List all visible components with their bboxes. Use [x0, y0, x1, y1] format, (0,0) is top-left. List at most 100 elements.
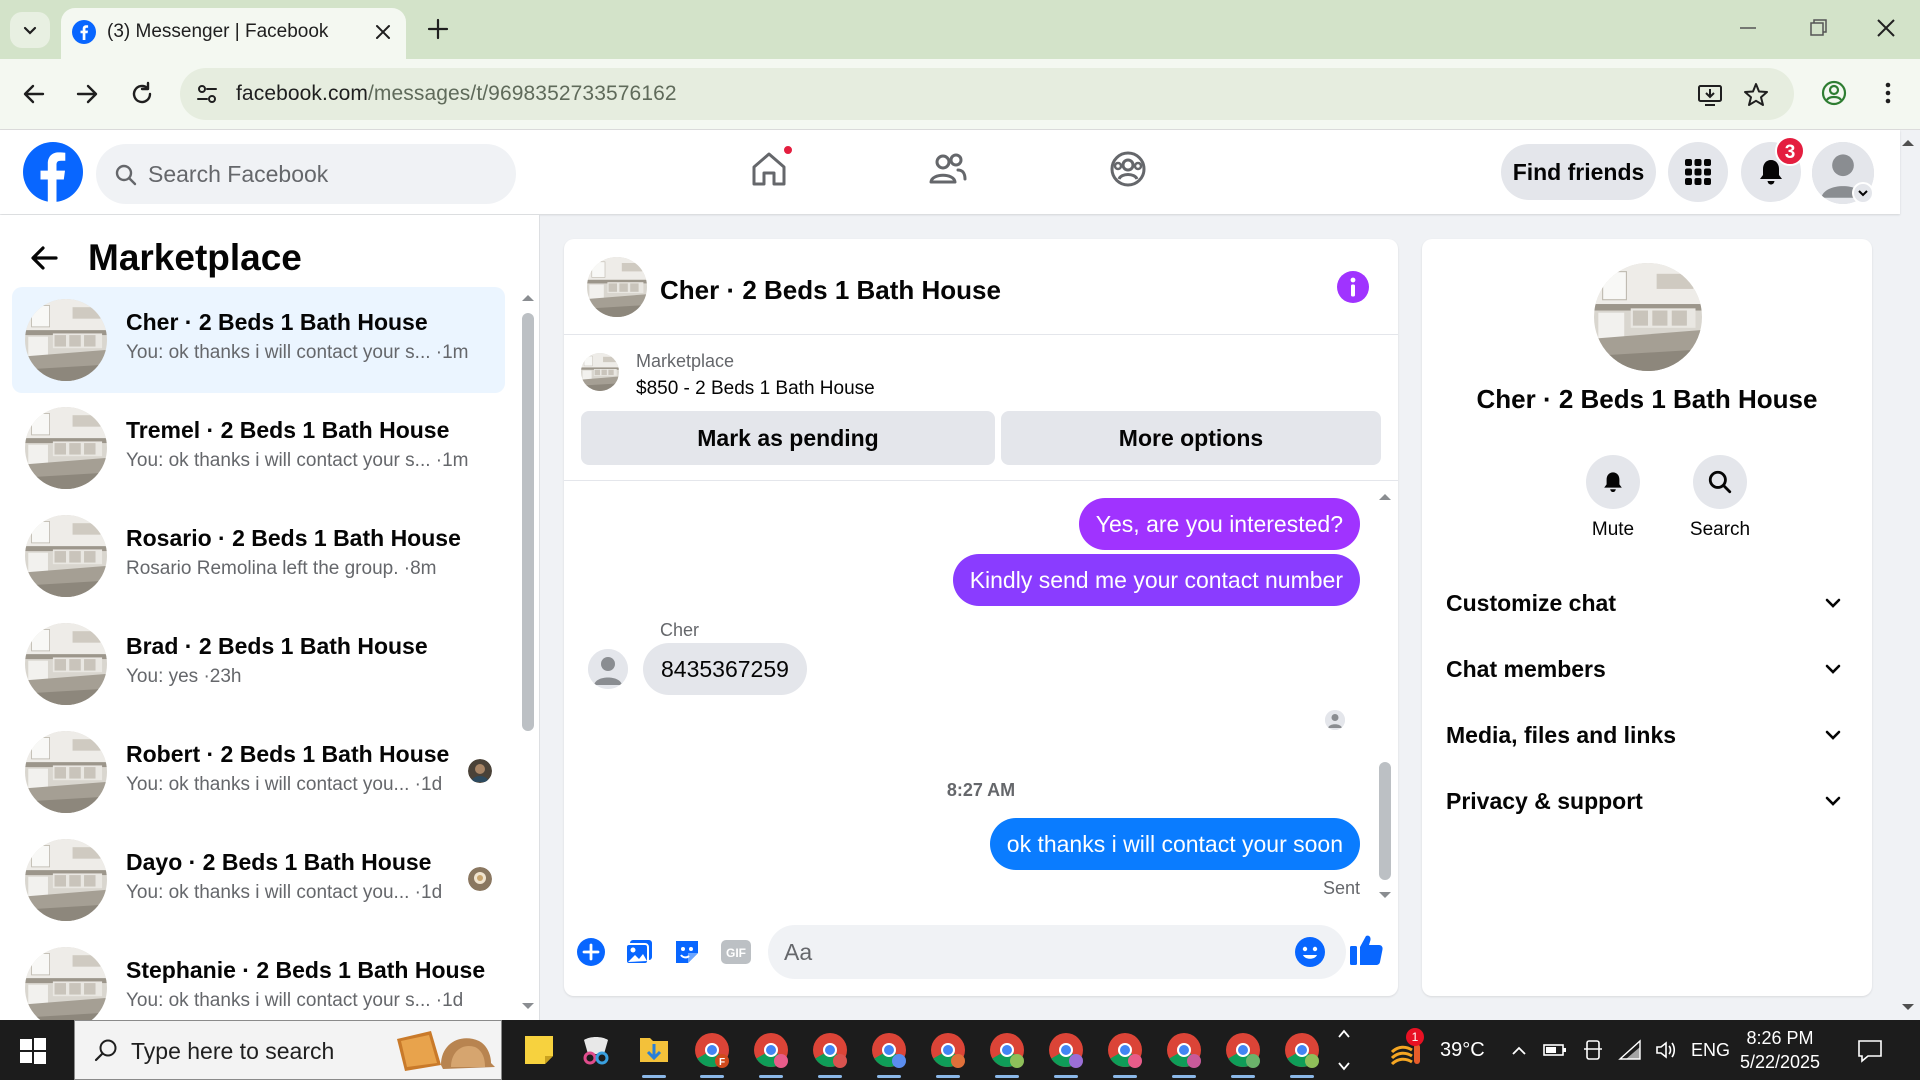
notifications-button[interactable]: 3	[1741, 136, 1805, 202]
emoji-icon[interactable]	[1294, 936, 1326, 968]
nav-home[interactable]	[748, 144, 794, 190]
weather-widget[interactable]: 1 39°C	[1388, 1020, 1485, 1080]
nav-groups[interactable]	[1107, 148, 1149, 190]
photo-icon[interactable]	[624, 937, 654, 967]
show-hidden-icons-chevron-icon[interactable]	[1510, 1042, 1528, 1060]
outgoing-message[interactable]: Kindly send me your contact number	[952, 554, 1360, 606]
sender-avatar[interactable]	[588, 649, 628, 689]
wifi-icon[interactable]	[1618, 1039, 1642, 1061]
input-language[interactable]: ENG	[1691, 1040, 1730, 1061]
taskbar-clock[interactable]: 8:26 PM 5/22/2025	[1730, 1026, 1830, 1074]
chat-item-rosario[interactable]: Rosario · 2 Beds 1 Bath House Rosario Re…	[12, 503, 505, 609]
taskbar-search-input[interactable]	[131, 1035, 381, 1067]
conversation-avatar[interactable]	[587, 257, 647, 317]
tab-search-button[interactable]	[10, 12, 50, 48]
details-avatar[interactable]	[1594, 263, 1702, 371]
taskbar-chrome-profile-11[interactable]	[1282, 1030, 1322, 1078]
address-bar[interactable]: facebook.com/messages/t/9698352733576162	[180, 68, 1794, 120]
volume-icon[interactable]	[1654, 1039, 1678, 1061]
outgoing-message[interactable]: Yes, are you interested?	[1078, 498, 1360, 550]
facebook-logo-icon[interactable]	[23, 142, 83, 202]
more-menu-icon[interactable]	[1874, 79, 1902, 107]
conversation-title[interactable]: Cher · 2 Beds 1 Bath House	[660, 275, 1001, 306]
forward-arrow-icon[interactable]	[73, 80, 101, 108]
facebook-search[interactable]	[96, 144, 516, 204]
install-app-icon[interactable]	[1696, 81, 1724, 109]
account-menu-chevron[interactable]	[1852, 182, 1874, 204]
profile-account-icon[interactable]	[1820, 79, 1848, 107]
facebook-search-input[interactable]	[148, 158, 498, 190]
chat-item-tremel[interactable]: Tremel · 2 Beds 1 Bath House You: ok tha…	[12, 395, 505, 501]
mute-action[interactable]: Mute	[1568, 455, 1658, 541]
chat-item-cher[interactable]: Cher · 2 Beds 1 Bath House You: ok thank…	[12, 287, 505, 393]
new-tab-icon[interactable]	[425, 16, 451, 42]
taskbar-file-explorer[interactable]	[634, 1030, 674, 1078]
page-scroll-up-icon[interactable]	[1900, 136, 1916, 150]
url-text[interactable]: facebook.com/messages/t/9698352733576162	[236, 82, 677, 106]
scroll-down-icon[interactable]	[520, 999, 536, 1013]
scroll-down-icon[interactable]	[1377, 888, 1393, 902]
media-files-links-row[interactable]: Media, files and links	[1446, 714, 1856, 754]
taskbar-chrome-profile-5[interactable]	[928, 1030, 968, 1078]
back-arrow-icon[interactable]	[28, 242, 60, 274]
taskbar-chrome-profile-9[interactable]	[1164, 1030, 1204, 1078]
close-tab-icon[interactable]	[372, 21, 394, 43]
scroll-up-icon[interactable]	[1377, 490, 1393, 504]
page-scroll-down-icon[interactable]	[1900, 1000, 1916, 1014]
mute-button[interactable]	[1586, 455, 1640, 509]
taskbar-scroll-up-icon[interactable]	[1336, 1026, 1352, 1042]
browser-tab-messenger[interactable]: (3) Messenger | Facebook	[61, 8, 406, 59]
taskbar-chrome-profile-2[interactable]	[751, 1030, 791, 1078]
taskbar-chrome-profile-10[interactable]	[1223, 1030, 1263, 1078]
menu-button[interactable]	[1668, 142, 1728, 202]
chat-list-scrollbar[interactable]	[522, 313, 534, 731]
taskbar-chrome-profile-6[interactable]	[987, 1030, 1027, 1078]
outgoing-message[interactable]: ok thanks i will contact your soon	[989, 818, 1360, 870]
message-input-wrapper[interactable]	[768, 925, 1346, 979]
site-settings-icon[interactable]	[194, 81, 220, 107]
message-list-scrollbar[interactable]	[1379, 762, 1391, 880]
minimize-icon[interactable]	[1736, 16, 1760, 40]
taskbar-sticky-notes[interactable]	[519, 1030, 559, 1070]
plus-circle-icon[interactable]	[576, 937, 606, 967]
listing-thumbnail[interactable]	[581, 353, 619, 391]
back-arrow-icon[interactable]	[20, 80, 48, 108]
search-in-conversation-button[interactable]	[1693, 455, 1747, 509]
chat-item-dayo[interactable]: Dayo · 2 Beds 1 Bath House You: ok thank…	[12, 827, 505, 933]
chat-members-row[interactable]: Chat members	[1446, 648, 1856, 688]
reload-icon[interactable]	[128, 80, 156, 108]
taskbar-scroll-down-icon[interactable]	[1336, 1058, 1352, 1074]
incoming-message[interactable]: 8435367259	[643, 643, 807, 695]
taskbar-snipping-tool[interactable]	[576, 1030, 616, 1070]
chat-item-robert[interactable]: Robert · 2 Beds 1 Bath House You: ok tha…	[12, 719, 505, 825]
close-window-icon[interactable]	[1874, 16, 1898, 40]
notification-center-icon[interactable]	[1856, 1038, 1884, 1064]
gif-icon[interactable]: GIF	[720, 937, 752, 967]
message-input[interactable]	[784, 936, 1264, 968]
restore-icon[interactable]	[1806, 16, 1830, 40]
search-action[interactable]: Search	[1675, 455, 1765, 541]
scroll-up-icon[interactable]	[520, 291, 536, 305]
taskbar-chrome-profile-8[interactable]	[1105, 1030, 1145, 1078]
battery-icon[interactable]	[1542, 1040, 1568, 1060]
chat-item-brad[interactable]: Brad · 2 Beds 1 Bath House You: yes ·23h	[12, 611, 505, 717]
nav-friends[interactable]	[927, 148, 969, 190]
mark-as-pending-button[interactable]: Mark as pending	[581, 411, 995, 465]
windows-start-icon[interactable]	[20, 1038, 46, 1064]
tablet-mode-icon[interactable]	[1582, 1039, 1604, 1061]
taskbar-search[interactable]	[74, 1020, 502, 1080]
bookmark-star-icon[interactable]	[1742, 81, 1770, 109]
sticker-icon[interactable]	[672, 937, 702, 967]
taskbar-chrome-profile-4[interactable]	[869, 1030, 909, 1078]
customize-chat-row[interactable]: Customize chat	[1446, 582, 1856, 622]
thumbs-up-icon[interactable]	[1348, 933, 1384, 967]
taskbar-chrome-profile-1[interactable]: F	[692, 1030, 732, 1078]
taskbar-chrome-profile-7[interactable]	[1046, 1030, 1086, 1078]
info-icon[interactable]	[1336, 270, 1370, 304]
taskbar-chrome-profile-3[interactable]	[810, 1030, 850, 1078]
find-friends-button[interactable]: Find friends	[1501, 144, 1656, 200]
more-options-button[interactable]: More options	[1001, 411, 1381, 465]
chat-item-stephanie[interactable]: Stephanie · 2 Beds 1 Bath House You: ok …	[12, 935, 505, 1020]
listing-title[interactable]: $850 - 2 Beds 1 Bath House	[636, 378, 875, 400]
privacy-support-row[interactable]: Privacy & support	[1446, 780, 1856, 820]
